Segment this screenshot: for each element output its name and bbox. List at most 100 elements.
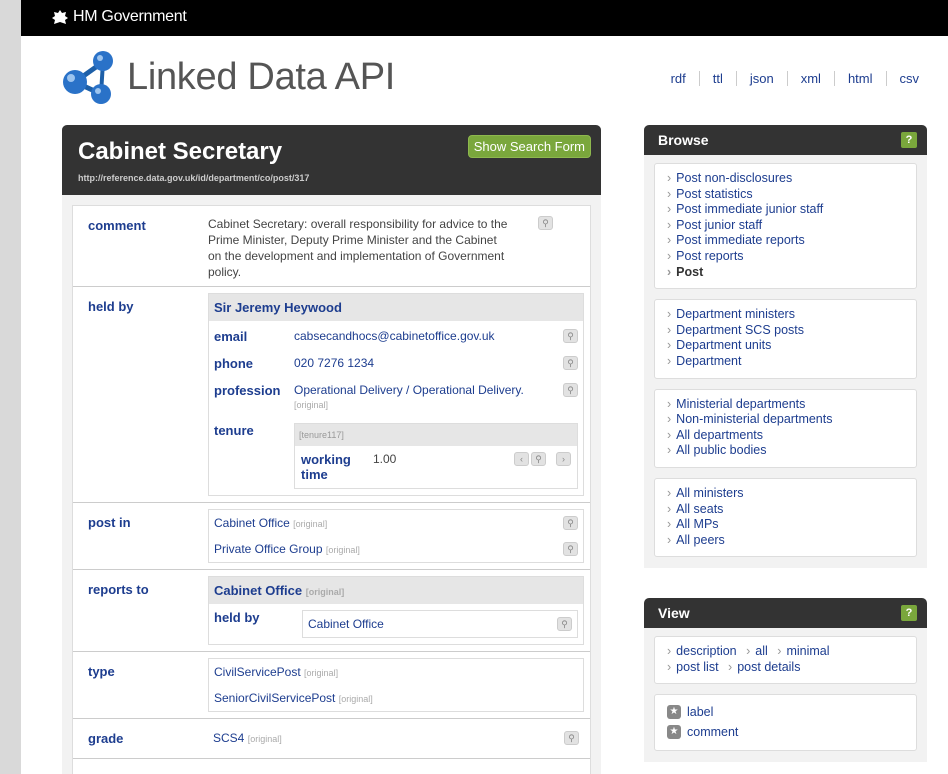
browse-header: Browse ? xyxy=(644,125,927,155)
show-search-form-button[interactable]: Show Search Form xyxy=(467,135,591,158)
help-icon[interactable]: ? xyxy=(901,605,917,622)
property-label: grade xyxy=(88,731,124,746)
search-icon[interactable]: ⚲ xyxy=(557,617,572,631)
search-icon[interactable]: ⚲ xyxy=(563,516,578,530)
browse-link[interactable]: Post junior staff xyxy=(667,218,904,234)
format-links: rdf ttl json xml html csv xyxy=(658,71,932,86)
browse-link[interactable]: Department xyxy=(667,354,904,370)
properties-card: comment Cabinet Secretary: overall respo… xyxy=(72,205,591,774)
property-label: type xyxy=(88,664,115,679)
browse-group-2: Department ministers Department SCS post… xyxy=(654,299,917,379)
browse-link[interactable]: Post non-disclosures xyxy=(667,171,904,187)
phone-row: phone 020 7276 1234 ⚲ xyxy=(209,350,583,377)
browse-link[interactable]: All seats xyxy=(667,502,904,518)
browse-group-3: Ministerial departments Non-ministerial … xyxy=(654,388,917,468)
search-icon[interactable]: ⚲ xyxy=(563,329,578,343)
format-html[interactable]: html xyxy=(833,71,886,86)
linked-data-logo-icon xyxy=(63,51,113,104)
crest-icon xyxy=(52,10,68,24)
browse-link[interactable]: Non-ministerial departments xyxy=(667,412,904,428)
chevron-left-icon[interactable]: ‹ xyxy=(514,452,529,466)
view-post-details[interactable]: post details xyxy=(722,660,800,674)
search-icon[interactable]: ⚲ xyxy=(538,216,553,230)
working-time-value: 1.00 xyxy=(373,452,397,466)
email-row: email cabsecandhocs@cabinetoffice.gov.uk… xyxy=(209,321,583,350)
view-header: View ? xyxy=(644,598,927,629)
view-panel: description all minimal post list post d… xyxy=(644,628,927,763)
format-rdf[interactable]: rdf xyxy=(658,71,699,86)
browse-link[interactable]: Post reports xyxy=(667,249,904,265)
post-in-item: Cabinet Office [original] ⚲ xyxy=(209,510,583,536)
resource-uri[interactable]: http://reference.data.gov.uk/id/departme… xyxy=(78,173,309,183)
property-reports-to: reports to Cabinet Office [original] hel… xyxy=(73,570,590,652)
browse-group-1: Post non-disclosures Post statistics Pos… xyxy=(654,163,917,290)
browse-link[interactable]: All peers xyxy=(667,533,904,549)
property-type: type CivilServicePost [original] SeniorC… xyxy=(73,652,590,719)
search-icon[interactable]: ⚲ xyxy=(564,731,579,745)
left-margin xyxy=(0,0,21,774)
browse-link[interactable]: Department units xyxy=(667,338,904,354)
gov-header: HM Government xyxy=(21,0,948,36)
browse-link[interactable]: All departments xyxy=(667,428,904,444)
format-xml[interactable]: xml xyxy=(786,71,834,86)
format-ttl[interactable]: ttl xyxy=(698,71,736,86)
view-all[interactable]: all xyxy=(740,644,768,658)
browse-link[interactable]: Post immediate junior staff xyxy=(667,202,904,218)
browse-link[interactable]: All MPs xyxy=(667,517,904,533)
tenure-id: [tenure117] xyxy=(295,424,577,446)
view-minimal[interactable]: minimal xyxy=(771,644,829,658)
working-time-row: working time 1.00 ‹ ⚲ › xyxy=(295,446,577,488)
property-post-in: post in Cabinet Office [original] ⚲ Priv… xyxy=(73,503,590,570)
property-label: comment xyxy=(88,218,146,233)
browse-link-current: Post xyxy=(667,265,904,281)
help-icon[interactable]: ? xyxy=(901,132,917,148)
browse-link[interactable]: Post immediate reports xyxy=(667,233,904,249)
main-panel: Cabinet Secretary http://reference.data.… xyxy=(62,125,601,774)
main-body: comment Cabinet Secretary: overall respo… xyxy=(62,195,601,774)
search-icon[interactable]: ⚲ xyxy=(563,383,578,397)
browse-link[interactable]: All public bodies xyxy=(667,443,904,459)
browse-group-4: All ministers All seats All MPs All peer… xyxy=(654,477,917,558)
main-header: Cabinet Secretary http://reference.data.… xyxy=(62,125,601,195)
chevron-right-icon[interactable]: › xyxy=(556,452,571,466)
star-icon[interactable]: ★ xyxy=(667,725,681,740)
view-star-fields: ★ label ★ comment xyxy=(654,694,917,752)
search-icon[interactable]: ⚲ xyxy=(563,356,578,370)
property-label: post in xyxy=(88,515,131,530)
browse-link[interactable]: Department ministers xyxy=(667,307,904,323)
email-value[interactable]: cabsecandhocs@cabinetoffice.gov.uk xyxy=(294,329,555,344)
format-csv[interactable]: csv xyxy=(885,71,933,86)
page-title: Cabinet Secretary xyxy=(78,138,283,165)
gov-brand[interactable]: HM Government xyxy=(51,8,187,26)
star-icon[interactable]: ★ xyxy=(667,705,681,720)
profession-row: profession Operational Delivery / Operat… xyxy=(209,377,583,417)
browse-link[interactable]: Department SCS posts xyxy=(667,323,904,339)
view-post-list[interactable]: post list xyxy=(667,660,719,674)
reports-to-name[interactable]: Cabinet Office xyxy=(214,583,302,598)
gov-brand-text: HM Government xyxy=(73,8,187,25)
reports-to-held-by[interactable]: Cabinet Office xyxy=(308,617,549,631)
comment-value: Cabinet Secretary: overall responsibilit… xyxy=(208,217,508,279)
tenure-nested: [tenure117] working time 1.00 ‹ ⚲ › xyxy=(294,423,578,489)
view-description[interactable]: description xyxy=(667,644,737,658)
tenure-row: tenure [tenure117] working time 1.00 ‹ ⚲… xyxy=(209,417,583,495)
original-tag[interactable]: [original] xyxy=(294,400,328,410)
sidebar: Browse ? Post non-disclosures Post stati… xyxy=(644,125,927,763)
browse-link[interactable]: All ministers xyxy=(667,486,904,502)
format-json[interactable]: json xyxy=(735,71,787,86)
search-icon[interactable]: ⚲ xyxy=(563,542,578,556)
search-icon[interactable]: ⚲ xyxy=(531,452,546,466)
property-held-by: held by Sir Jeremy Heywood email cabseca… xyxy=(73,287,590,503)
browse-link[interactable]: Post statistics xyxy=(667,187,904,203)
property-label: reports to xyxy=(88,582,149,597)
profession-value[interactable]: Operational Delivery / Operational Deliv… xyxy=(294,383,524,397)
grade-value[interactable]: SCS4 xyxy=(213,731,244,745)
type-item: SeniorCivilServicePost [original] xyxy=(214,691,373,705)
page: Linked Data API rdf ttl json xml html cs… xyxy=(21,36,948,774)
app-title: Linked Data API xyxy=(127,56,396,98)
property-label: held by xyxy=(88,299,134,314)
held-by-name[interactable]: Sir Jeremy Heywood xyxy=(209,294,583,321)
browse-link[interactable]: Ministerial departments xyxy=(667,397,904,413)
phone-value[interactable]: 020 7276 1234 xyxy=(294,356,555,371)
view-links: description all minimal post list post d… xyxy=(654,636,917,685)
